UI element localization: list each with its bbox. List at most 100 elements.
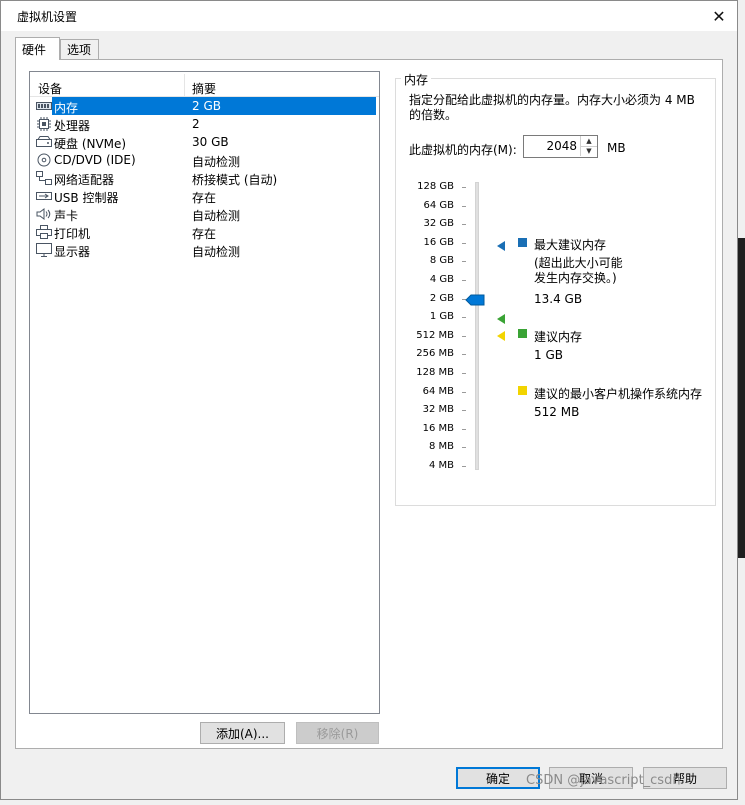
scale-tick-mark (462, 428, 466, 430)
display-icon (36, 243, 52, 257)
scale-tick-mark (462, 187, 466, 188)
scale-tick-mark (462, 261, 466, 263)
max-recommended-marker-icon (497, 240, 505, 254)
scale-tick-mark (462, 224, 466, 226)
sound-card-icon (36, 207, 52, 221)
device-row-memory[interactable]: 内存 2 GB (34, 97, 378, 115)
max-recommended-value: 13.4 GB (534, 292, 583, 306)
scale-tick-label: 2 GB (429, 292, 454, 304)
min-guest-marker-icon (497, 330, 505, 344)
device-row-cd-dvd[interactable]: CD/DVD (IDE) 自动检测 (34, 151, 378, 169)
device-row-processor[interactable]: 处理器 2 (34, 115, 378, 133)
scale-tick-label: 4 GB (429, 274, 454, 285)
recommended-value: 1 GB (534, 348, 563, 362)
scale-tick-label: 8 MB (428, 441, 454, 453)
chevron-down-icon: ▼ (586, 147, 592, 155)
network-adapter-icon (36, 171, 52, 185)
scale-tick-label: 128 GB (417, 181, 454, 192)
memory-icon (36, 99, 52, 113)
memory-size-spinner[interactable]: 2048 ▲ ▼ (523, 135, 598, 158)
device-summary: 30 GB (192, 135, 229, 149)
scale-tick-label: 4 MB (428, 460, 454, 471)
window-title: 虚拟机设置 (17, 10, 78, 24)
device-name: 硬盘 (NVMe) (54, 137, 127, 151)
close-icon: ✕ (712, 6, 726, 26)
tab-hardware[interactable]: 硬件 (15, 37, 60, 60)
min-guest-legend-swatch (518, 386, 527, 395)
scale-tick-label: 64 MB (422, 385, 454, 397)
scale-tick-mark (462, 280, 466, 281)
scale-tick-mark (462, 335, 466, 337)
scale-tick-label: 16 GB (423, 236, 454, 248)
device-summary: 存在 (192, 191, 217, 205)
device-summary: 桥接模式 (自动) (192, 173, 278, 187)
scale-tick-label: 32 MB (422, 404, 454, 416)
max-recommended-note: (超出此大小可能发生内存交换。) (534, 256, 623, 285)
device-row-usb-controller[interactable]: USB 控制器 存在 (34, 187, 378, 205)
scale-tick-mark (462, 373, 466, 374)
device-row-network-adapter[interactable]: 网络适配器 桥接模式 (自动) (34, 169, 378, 187)
column-separator[interactable] (184, 74, 185, 96)
device-name: CD/DVD (IDE) (54, 153, 136, 167)
tab-label: 硬件 (22, 42, 47, 57)
column-header-device[interactable]: 设备 (38, 80, 62, 97)
device-summary: 自动检测 (192, 245, 241, 259)
min-guest-value: 512 MB (534, 405, 580, 419)
recommended-marker-icon (497, 313, 505, 327)
device-summary: 存在 (192, 227, 217, 241)
scale-tick-label: 32 GB (423, 218, 454, 230)
device-row-printer[interactable]: 打印机 存在 (34, 223, 378, 241)
device-name: 处理器 (54, 119, 91, 133)
scale-tick-mark (462, 317, 466, 319)
device-name: 内存 (54, 101, 79, 115)
scale-tick-label: 8 GB (429, 255, 454, 267)
recommended-legend-swatch (518, 329, 527, 338)
device-row-harddisk[interactable]: 硬盘 (NVMe) 30 GB (34, 133, 378, 151)
scale-tick-mark (462, 447, 466, 449)
scale-tick-label: 16 MB (422, 422, 454, 434)
device-row-sound-card[interactable]: 声卡 自动检测 (34, 205, 378, 223)
device-summary: 2 (192, 117, 200, 131)
memory-group-title: 内存 (401, 71, 432, 88)
scale-tick-mark (462, 205, 466, 207)
max-recommended-label: 最大建议内存 (534, 238, 607, 252)
cd-dvd-icon (36, 153, 52, 167)
scale-tick-mark (462, 391, 466, 393)
min-guest-label: 建议的最小客户机操作系统内存 (534, 387, 703, 401)
device-summary: 自动检测 (192, 155, 241, 169)
memory-slider-thumb[interactable] (465, 294, 485, 309)
watermark: CSDN @javascript_csdn (526, 773, 681, 788)
scale-tick-label: 128 MB (416, 367, 454, 378)
memory-slider-track[interactable] (475, 182, 479, 470)
max-recommended-legend-swatch (518, 238, 527, 247)
column-header-summary[interactable]: 摘要 (192, 80, 216, 97)
scale-tick-mark (462, 466, 466, 467)
processor-icon (36, 117, 52, 131)
close-button[interactable]: ✕ (701, 1, 737, 31)
scale-tick-label: 512 MB (416, 329, 454, 341)
add-device-button[interactable]: 添加(A)... (200, 722, 285, 744)
harddisk-icon (36, 135, 52, 149)
recommended-label: 建议内存 (534, 330, 583, 344)
memory-unit-label: MB (607, 141, 626, 155)
scale-tick-label: 1 GB (429, 311, 454, 323)
device-summary: 2 GB (192, 99, 221, 113)
device-name: USB 控制器 (54, 191, 119, 205)
scale-tick-mark (462, 242, 466, 244)
scale-tick-mark (462, 410, 466, 412)
memory-field-label: 此虚拟机的内存(M): (409, 143, 517, 157)
remove-device-button[interactable]: 移除(R) (296, 722, 379, 744)
device-name: 声卡 (54, 209, 79, 223)
device-row-display[interactable]: 显示器 自动检测 (34, 241, 378, 259)
device-name: 显示器 (54, 245, 91, 259)
usb-icon (36, 189, 52, 203)
spinner-down-button[interactable]: ▼ (580, 146, 597, 156)
tab-options[interactable]: 选项 (60, 39, 99, 59)
device-list[interactable]: 设备 摘要 内存 2 GB 处理器 2 硬盘 (NVMe) 30 GB CD/D… (29, 71, 380, 714)
tab-label: 选项 (67, 43, 92, 57)
device-name: 打印机 (54, 227, 91, 241)
memory-size-value[interactable]: 2048 (546, 139, 577, 153)
chevron-up-icon: ▲ (586, 137, 592, 145)
printer-icon (36, 225, 52, 239)
device-summary: 自动检测 (192, 209, 241, 223)
